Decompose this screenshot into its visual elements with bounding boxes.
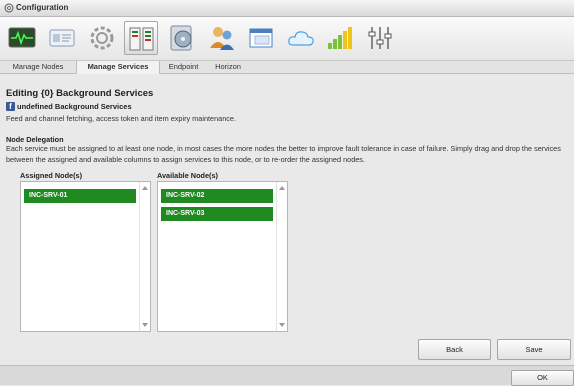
assigned-list-scrollbar[interactable] [139,182,150,331]
users-icon [210,27,234,50]
service-description: Feed and channel fetching, access token … [6,114,236,123]
scroll-up-arrow-icon[interactable] [279,186,285,190]
available-nodes-list[interactable]: INC-SRV-02 INC-SRV-03 [157,181,288,332]
bar-chart-icon [328,27,352,49]
id-card-icon [49,29,75,47]
monitor-button[interactable] [5,21,39,55]
sliders-icon [368,27,392,49]
settings-button[interactable] [85,21,119,55]
facebook-icon: f [6,102,15,111]
title-bar: Configuration [0,0,574,17]
node-delegation-title: Node Delegation [6,135,64,144]
users-button[interactable] [205,21,239,55]
services-button[interactable] [124,21,158,55]
available-nodes-label: Available Node(s) [157,171,218,180]
page-title: Editing {0} Background Services [6,88,154,99]
available-node-item[interactable]: INC-SRV-03 [161,207,273,221]
tab-manage-services[interactable]: Manage Services [76,61,160,74]
scroll-up-arrow-icon[interactable] [142,186,148,190]
tab-endpoint[interactable]: Endpoint [160,61,207,74]
save-button[interactable]: Save [497,339,571,360]
tab-horizon[interactable]: Horizon [207,61,249,74]
assigned-nodes-label: Assigned Node(s) [20,171,83,180]
back-button[interactable]: Back [418,339,491,360]
assigned-node-item[interactable]: INC-SRV-01 [24,189,136,203]
service-name: undefined Background Services [17,102,132,111]
gear-icon [90,26,114,50]
scroll-down-arrow-icon[interactable] [279,323,285,327]
services-list-icon [129,27,154,51]
cloud-icon [288,31,314,46]
tab-bar: Manage Nodes Manage Services Endpoint Ho… [0,61,574,74]
disk-icon [170,25,192,51]
window-title: Configuration [16,3,69,12]
tuning-button[interactable] [363,21,397,55]
window-icon [249,28,273,48]
id-card-button[interactable] [45,21,79,55]
tab-manage-nodes[interactable]: Manage Nodes [0,61,76,74]
windows-button[interactable] [244,21,278,55]
ok-button[interactable]: OK [511,370,574,386]
statistics-button[interactable] [323,21,357,55]
storage-button[interactable] [165,21,199,55]
node-delegation-description: Each service must be assigned to at leas… [6,144,561,164]
available-node-item[interactable]: INC-SRV-02 [161,189,273,203]
manage-services-panel: Editing {0} Background Services f undefi… [0,74,574,365]
cloud-button[interactable] [284,21,318,55]
main-toolbar [0,17,574,61]
gear-icon [4,3,14,13]
scroll-down-arrow-icon[interactable] [142,323,148,327]
dialog-footer: OK [0,365,574,386]
monitor-icon [8,27,36,48]
assigned-nodes-list[interactable]: INC-SRV-01 [20,181,151,332]
available-list-scrollbar[interactable] [276,182,287,331]
